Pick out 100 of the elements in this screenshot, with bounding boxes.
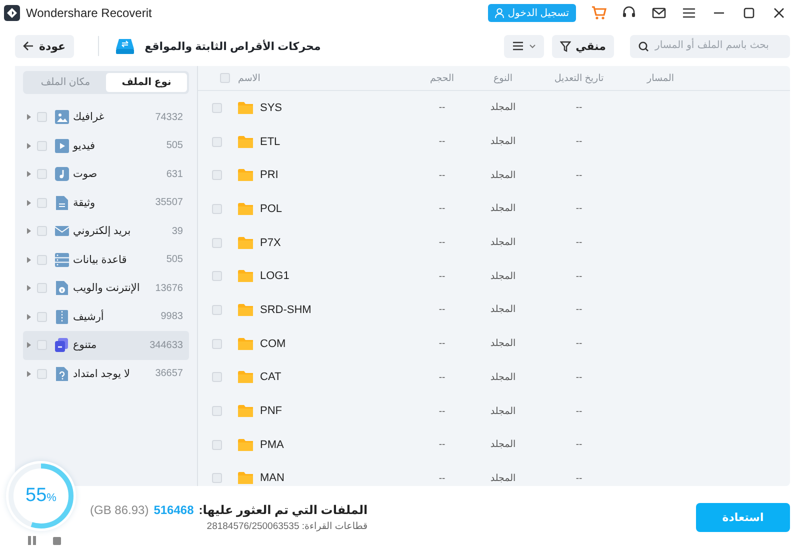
checkbox[interactable] [37,312,47,322]
category-count: 505 [166,254,183,266]
file-name: SYS [260,102,282,114]
expand-arrow-icon[interactable] [27,285,31,292]
file-type: المجلد [490,203,516,214]
checkbox[interactable] [212,440,222,450]
file-name: PNF [260,405,282,418]
video-icon [55,138,69,153]
folder-icon [238,202,253,215]
category-label: متنوع [73,339,97,352]
file-modified: -- [576,270,582,282]
file-size: -- [438,304,446,316]
file-modified: -- [576,372,582,383]
checkbox[interactable] [212,238,222,248]
folder-icon [238,169,253,182]
file-modified: -- [576,439,582,450]
category-label: لا يوجد امتداد [73,368,130,380]
app-logo-icon [4,5,20,21]
file-modified: -- [576,472,582,484]
folder-icon [238,102,253,114]
back-button[interactable]: عودة [15,34,74,58]
folder-icon [238,472,253,484]
file-type: المجلد [490,136,516,148]
checkbox[interactable] [212,102,222,113]
file-modified: -- [576,304,582,316]
checkbox[interactable] [212,372,222,382]
checkbox[interactable] [212,204,222,214]
checkbox[interactable] [37,226,47,236]
expand-arrow-icon[interactable] [27,114,31,120]
view-menu-button[interactable] [504,34,544,58]
file-modified: -- [576,170,582,181]
file-name: PRI [260,169,278,182]
file-modified: -- [576,406,582,417]
window-title: Wondershare Recoverit [26,6,152,20]
search-icon [638,40,649,52]
file-type: المجلد [490,170,516,181]
user-icon [494,8,504,18]
category-count: 35507 [155,197,183,208]
arrow-left-icon [23,41,34,51]
file-type: المجلد [490,372,516,383]
checkbox[interactable] [220,73,230,83]
folder-icon [238,338,253,350]
envelope-icon [55,224,69,238]
file-type: المجلد [490,338,516,350]
expand-arrow-icon[interactable] [27,171,31,178]
checkbox[interactable] [37,140,47,151]
checkbox[interactable] [212,136,222,147]
checkbox[interactable] [37,112,47,122]
sidebar-tab[interactable]: نوع الملف [106,73,187,92]
checkbox[interactable] [212,406,222,416]
file-type: المجلد [490,270,516,282]
cart-icon[interactable] [591,5,607,21]
category-label: صوت [73,168,98,180]
category-label: الإنترنت والويب [73,282,140,294]
expand-arrow-icon[interactable] [27,142,31,149]
file-modified: -- [576,102,582,114]
category-label: بريد إلكتروني [73,225,131,238]
category-count: 505 [166,140,183,152]
filter-icon [560,40,571,52]
expand-arrow-icon[interactable] [27,228,31,234]
archive-icon [55,310,69,324]
file-size: -- [438,406,446,417]
pause-icon[interactable] [28,536,36,545]
file-size: -- [438,472,446,484]
mail-icon[interactable] [651,5,667,21]
expand-arrow-icon[interactable] [27,200,31,206]
stop-icon[interactable] [53,536,61,544]
checkbox[interactable] [212,271,222,282]
checkbox[interactable] [37,283,47,294]
folder-icon [238,304,253,316]
maximize-icon[interactable] [741,5,757,21]
file-size: -- [438,136,446,148]
found-label: الملفات التي تم العثور عليها: [198,503,368,517]
file-type: المجلد [490,439,516,450]
document-icon [55,196,69,210]
folder-icon [238,236,253,249]
checkbox[interactable] [37,198,47,208]
file-modified: -- [576,237,582,248]
checkbox[interactable] [37,169,47,180]
checkbox[interactable] [212,473,222,484]
drive-icon [114,37,135,55]
file-name: SRD-SHM [260,304,312,316]
checkbox[interactable] [212,338,222,349]
expand-arrow-icon[interactable] [27,370,31,377]
file-name: ETL [260,136,280,148]
file-type: المجلد [490,237,516,248]
expand-arrow-icon[interactable] [27,342,31,348]
checkbox[interactable] [37,254,47,265]
category-label: وثيقة [73,196,96,209]
category-label: أرشيف [73,310,104,323]
file-size: -- [438,270,446,282]
expand-arrow-icon[interactable] [27,314,31,320]
expand-arrow-icon[interactable] [27,256,31,263]
filter-button[interactable]: منقي [552,34,614,58]
file-size: -- [438,170,446,181]
file-type: المجلد [490,102,516,114]
checkbox[interactable] [212,304,222,315]
unknown-file-icon [55,366,69,381]
checkbox[interactable] [37,368,47,379]
checkbox[interactable] [212,170,222,180]
